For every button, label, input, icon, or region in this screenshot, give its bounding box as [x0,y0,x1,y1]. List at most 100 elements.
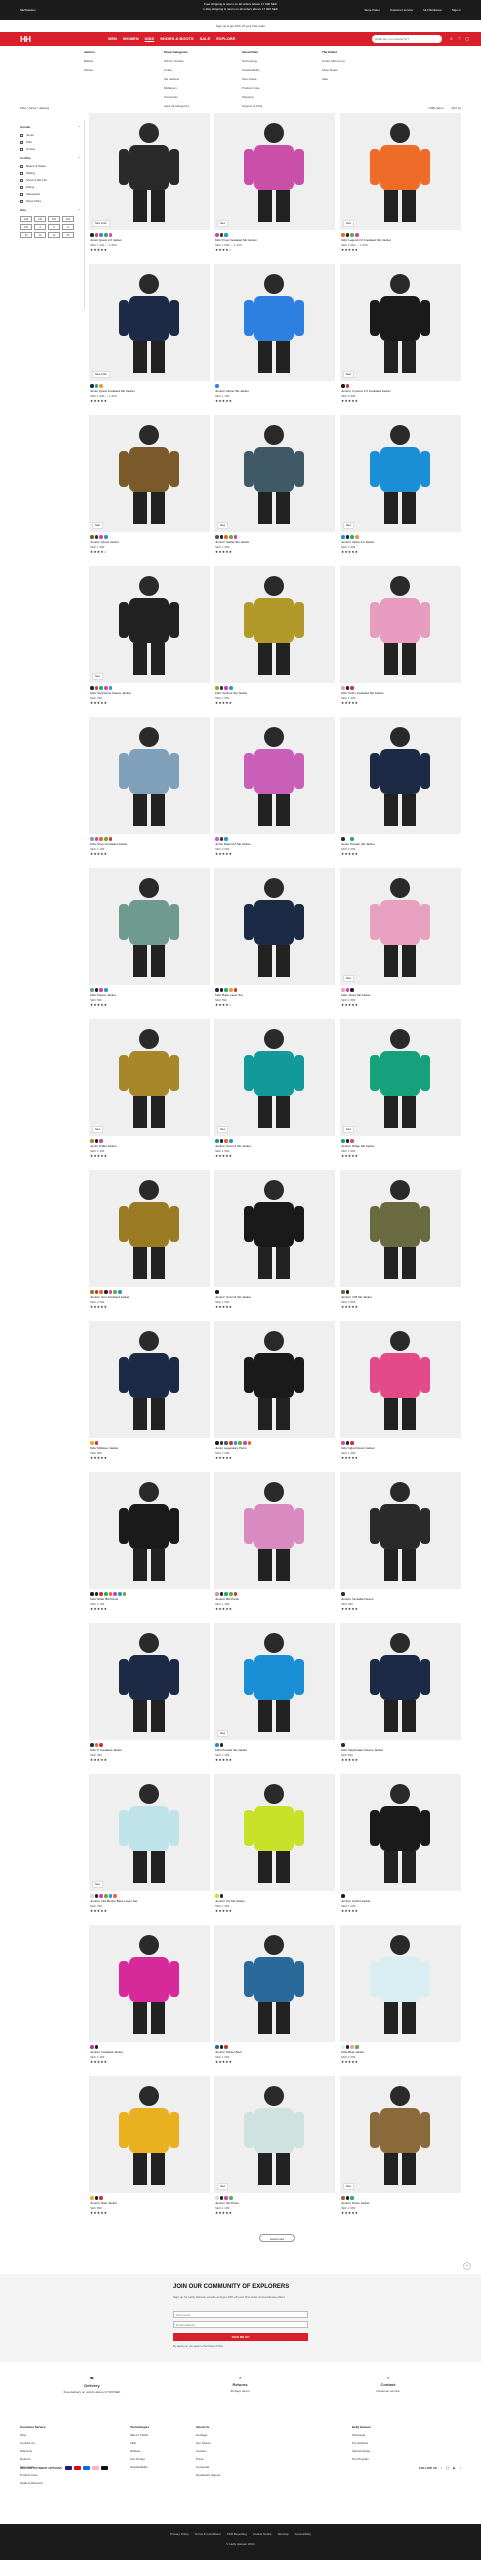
legal-link[interactable]: Sitemap [278,2532,289,2536]
footer-link[interactable]: Press [196,2457,220,2461]
product-card[interactable]: Juniors' Winter Boot SEK 1 099 ★★★★★ [214,1925,335,2072]
product-image[interactable]: New [340,264,461,381]
product-image[interactable]: New [340,1019,461,1136]
color-swatch[interactable] [90,837,94,841]
product-name[interactable]: Juniors' Icon Insulated Jacket [90,1295,129,1299]
color-swatch[interactable] [345,2045,350,2049]
activity-option[interactable]: Beach & Water [20,164,80,168]
color-swatch[interactable] [90,1894,94,1898]
product-image[interactable]: New [89,1019,210,1136]
footer-link[interactable]: H2Flow [130,2449,149,2453]
footer-link[interactable]: Sustainability [130,2465,149,2469]
color-swatch[interactable] [355,233,359,237]
color-swatch[interactable] [99,1894,103,1898]
size-option[interactable]: 10 [20,232,32,238]
color-swatch[interactable] [224,1441,228,1445]
product-name[interactable]: Kids' Flurry Insulated Ski Jacket [341,691,383,695]
footer-link[interactable]: Pro Program [352,2457,371,2461]
color-swatch[interactable] [90,1743,94,1747]
color-swatch[interactable] [108,837,113,841]
mega-menu-item[interactable]: Winter Clothes [164,59,189,63]
product-name[interactable]: Kids' K Insulated Jacket [90,1748,122,1752]
color-swatch[interactable] [94,837,99,841]
color-swatch[interactable] [341,1441,345,1445]
color-swatch[interactable] [219,837,224,841]
color-swatch[interactable] [229,988,233,992]
mega-menu-item[interactable]: Sale [322,77,345,81]
color-swatch[interactable] [341,1894,345,1898]
product-card[interactable]: Juniors' Insulated Jacket SEK 1 499 ★★★★★ [89,1925,210,2072]
color-swatch[interactable] [350,535,354,539]
product-card[interactable]: New Juniors' Summit Ski Jacket SEK 1 999 ★★… [214,1019,335,1166]
color-swatch[interactable] [350,1441,354,1445]
product-name[interactable]: Juniors' Hybrid Jacket [341,1899,370,1903]
color-swatch[interactable] [99,988,103,992]
color-swatch[interactable] [341,837,345,841]
product-image[interactable]: New [340,2076,461,2193]
color-swatch[interactable] [215,837,219,841]
mega-menu-item[interactable]: Technology [242,59,262,63]
product-image[interactable]: New [340,113,461,230]
checkbox-icon[interactable] [20,147,23,151]
color-swatch[interactable] [224,686,228,690]
color-swatch[interactable] [229,2196,233,2200]
product-card[interactable]: New Juniors' Ridge Ski Jacket SEK 1 999 ★★★… [340,1019,461,1166]
color-swatch[interactable] [90,384,94,388]
product-card[interactable]: Kids' Midlayer Jacket SEK 899 ★★★★★ [89,1321,210,1468]
legal-link[interactable]: CSR Reporting [227,2532,247,2536]
checkbox-icon[interactable] [20,185,23,189]
color-swatch[interactable] [224,2045,228,2049]
product-image[interactable]: New [214,1623,335,1740]
product-name[interactable]: Junior Quest 2.0 Jacket [90,238,122,242]
product-image[interactable] [214,566,335,683]
color-swatch[interactable] [94,233,99,237]
product-card[interactable]: New Kids' Powder Ski Jacket SEK 1 499 ★★★★★ [214,1623,335,1770]
workwear-link[interactable]: HH Workwear [423,8,442,12]
sort-dropdown[interactable]: Sort by [451,106,461,110]
color-swatch[interactable] [341,1139,345,1143]
footer-link[interactable]: FAQ [20,2433,46,2437]
product-card[interactable]: Sale Juniors' Quest Jacket SEK 1 399 ★★★★☆ [89,415,210,562]
color-swatch[interactable] [215,233,219,237]
product-name[interactable]: Junior Diamond Ski Jacket [215,842,251,846]
product-image[interactable]: New [340,868,461,985]
product-image[interactable]: New [214,2076,335,2193]
checkbox-icon[interactable] [20,164,23,168]
product-name[interactable]: Kids' Powder Ski Jacket [215,1748,247,1752]
product-name[interactable]: Kids' Midlayer Jacket [90,1446,118,1450]
color-swatch[interactable] [341,233,345,237]
product-name[interactable]: Juniors' Alpine Ski Jacket [215,389,249,393]
nav-kids[interactable]: KIDS [145,36,155,41]
color-swatch[interactable] [345,535,350,539]
footer-link[interactable]: HELLY TECH [130,2433,149,2437]
product-image[interactable] [214,1321,335,1438]
footer-link[interactable]: Contact Us [20,2441,46,2445]
product-name[interactable]: Kids' Rider Bib Pants [90,1597,118,1601]
product-image[interactable] [89,868,210,985]
product-image[interactable] [340,1925,461,2042]
color-swatch[interactable] [108,1592,113,1596]
product-name[interactable]: Juniors' Summit Ski Jacket [215,1295,251,1299]
color-swatch[interactable] [224,1592,228,1596]
mega-menu-item[interactable]: Shipping [242,95,262,99]
product-card[interactable]: New Kids' Jewel Ski Jacket SEK 1 899 ★★★★★ [340,868,461,1015]
product-card[interactable]: Juniors' Icon Insulated Jacket SEK 2 299 ★… [89,1170,210,1317]
color-swatch[interactable] [104,1290,108,1294]
color-swatch[interactable] [104,1894,108,1898]
product-card[interactable]: Kids' Isfjord Down Jacket SEK 1 299 ★★★★★ [340,1321,461,1468]
color-swatch[interactable] [229,1441,233,1445]
gender-option[interactable]: Junior [20,133,80,137]
color-swatch[interactable] [215,535,219,539]
product-image[interactable]: New [89,1774,210,1891]
color-swatch[interactable] [219,535,224,539]
product-image[interactable] [214,868,335,985]
color-swatch[interactable] [341,1592,345,1596]
color-swatch[interactable] [215,1743,219,1747]
logo[interactable]: HH [20,35,31,44]
color-swatch[interactable] [341,384,345,388]
youtube-icon[interactable]: ▶ [453,2466,455,2470]
color-swatch[interactable] [94,1894,99,1898]
size-option[interactable]: 140 [34,216,46,222]
color-swatch[interactable] [90,233,94,237]
product-name[interactable]: Juniors' Winter Boot [215,2050,242,2054]
